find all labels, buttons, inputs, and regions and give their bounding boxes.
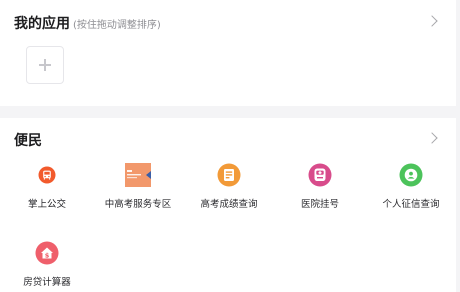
app-gaokao-score[interactable]: 高考成绩查询 bbox=[186, 162, 272, 210]
bianmin-card: 便民 掌上公交 中高考服务专区 高考成绩查询 医院挂号 个人征信查询 $ 房贷计… bbox=[0, 118, 456, 292]
svg-text:$: $ bbox=[45, 251, 50, 259]
hospital-icon bbox=[308, 162, 332, 188]
app-exam-service[interactable]: 中高考服务专区 bbox=[95, 162, 181, 210]
bianmin-title: 便民 bbox=[14, 133, 42, 149]
bus-icon bbox=[38, 162, 56, 188]
app-mortgage-calculator[interactable]: $ 房贷计算器 bbox=[4, 240, 90, 288]
my-apps-title: 我的应用 bbox=[14, 16, 70, 32]
app-label: 房贷计算器 bbox=[23, 277, 71, 288]
app-label: 个人征信查询 bbox=[382, 199, 440, 210]
exam-banner-icon bbox=[125, 162, 151, 188]
mortgage-calculator-icon: $ bbox=[35, 240, 59, 266]
chevron-right-icon[interactable] bbox=[426, 15, 438, 27]
chevron-right-icon[interactable] bbox=[426, 132, 438, 144]
credit-query-icon bbox=[399, 162, 423, 188]
my-apps-card: 我的应用 (按住拖动调整排序) bbox=[0, 0, 456, 106]
add-app-button[interactable] bbox=[26, 46, 64, 84]
plus-icon bbox=[39, 59, 51, 71]
app-label: 掌上公交 bbox=[27, 199, 66, 210]
app-label: 医院挂号 bbox=[300, 199, 339, 210]
my-apps-hint: (按住拖动调整排序) bbox=[73, 20, 161, 31]
app-credit-query[interactable]: 个人征信查询 bbox=[368, 162, 454, 210]
app-hospital[interactable]: 医院挂号 bbox=[277, 162, 363, 210]
score-query-icon bbox=[217, 162, 241, 188]
app-label: 中高考服务专区 bbox=[104, 199, 172, 210]
app-label: 高考成绩查询 bbox=[200, 199, 258, 210]
app-bus[interactable]: 掌上公交 bbox=[4, 162, 90, 210]
